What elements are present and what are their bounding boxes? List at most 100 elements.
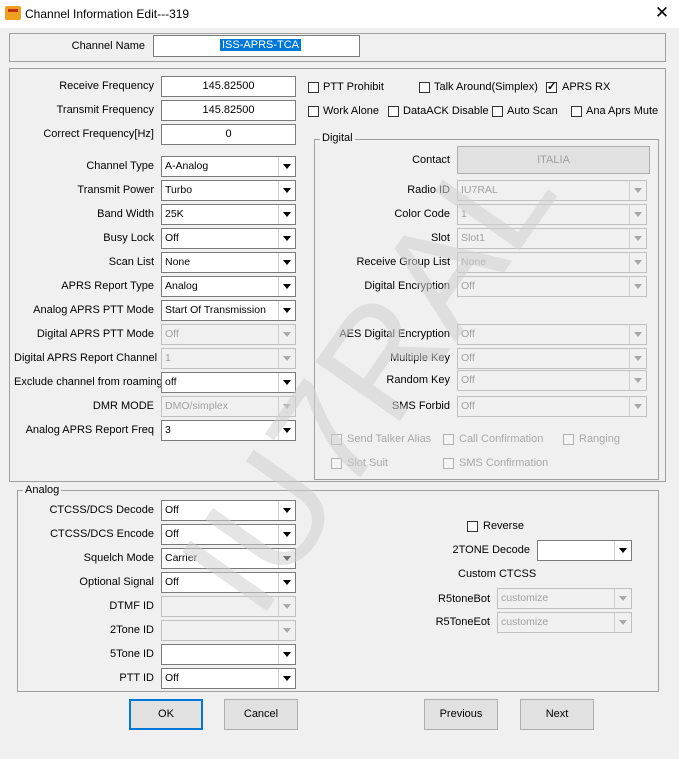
chevron-down-icon[interactable] [278,645,295,664]
chevron-down-icon[interactable] [278,621,295,640]
aprs-report-type-select[interactable]: Analog [161,276,296,297]
chevron-down-icon[interactable] [278,573,295,592]
squelch-mode-select[interactable]: Carrier [161,548,296,569]
busy-lock-select[interactable]: Off [161,228,296,249]
busy-lock-label: Busy Lock [103,232,154,244]
scan-list-label: Scan List [108,256,154,268]
chevron-down-icon[interactable] [278,525,295,544]
call-confirmation-checkbox[interactable] [443,434,454,445]
digital-aprs-report-channel-select[interactable]: 1 [161,348,296,369]
ptt-id-select[interactable]: Off [161,668,296,689]
color-code-select[interactable]: 1 [457,204,647,225]
ana-aprs-mute-checkbox[interactable] [571,106,582,117]
exclude-roaming-select[interactable]: off [161,372,296,393]
app-icon [5,6,21,20]
chevron-down-icon[interactable] [629,397,646,416]
slot-suit-checkbox[interactable] [331,458,342,469]
close-icon[interactable]: ✕ [648,2,676,26]
dtmf-id-select[interactable] [161,596,296,617]
slot-select[interactable]: Slot1 [457,228,647,249]
chevron-down-icon[interactable] [614,589,631,608]
chevron-down-icon[interactable] [629,229,646,248]
chevron-down-icon[interactable] [629,277,646,296]
transmit-frequency-input[interactable]: 145.82500 [161,100,296,121]
aprs-rx-checkbox[interactable] [546,80,557,93]
sms-confirmation-checkbox[interactable] [443,458,454,469]
send-talker-alias-checkbox[interactable] [331,434,342,445]
analog-aprs-report-freq-select[interactable]: 3 [161,420,296,441]
chevron-down-icon[interactable] [278,421,295,440]
optional-signal-select[interactable]: Off [161,572,296,593]
chevron-down-icon[interactable] [278,157,295,176]
r5tone-bot-select[interactable]: customize [497,588,632,609]
chevron-down-icon[interactable] [629,181,646,200]
reverse-checkbox[interactable] [467,521,478,532]
chevron-down-icon[interactable] [278,181,295,200]
random-key-select[interactable]: Off [457,370,647,391]
band-width-select[interactable]: 25K [161,204,296,225]
chevron-down-icon[interactable] [278,325,295,344]
aprs-report-type-label: APRS Report Type [61,280,154,292]
chevron-down-icon[interactable] [614,541,631,560]
chevron-down-icon[interactable] [278,253,295,272]
dmr-mode-select[interactable]: DMO/simplex [161,396,296,417]
transmit-power-select[interactable]: Turbo [161,180,296,201]
ctcss-encode-label: CTCSS/DCS Encode [50,528,154,540]
chevron-down-icon[interactable] [278,229,295,248]
channel-name-input[interactable]: ISS-APRS-TCA [153,35,360,57]
chevron-down-icon[interactable] [278,205,295,224]
receive-frequency-input[interactable]: 145.82500 [161,76,296,97]
auto-scan-checkbox[interactable] [492,106,503,117]
ptt-prohibit-checkbox[interactable] [308,82,319,93]
correct-frequency-input[interactable]: 0 [161,124,296,145]
radio-id-select[interactable]: IU7RAL [457,180,647,201]
chevron-down-icon[interactable] [278,373,295,392]
chevron-down-icon[interactable] [629,371,646,390]
r5tone-eot-select[interactable]: customize [497,612,632,633]
ok-button[interactable]: OK [129,699,203,730]
sms-forbid-select[interactable]: Off [457,396,647,417]
multiple-key-select[interactable]: Off [457,348,647,369]
scan-list-select[interactable]: None [161,252,296,273]
two-tone-id-select[interactable] [161,620,296,641]
channel-type-label: Channel Type [86,160,154,172]
chevron-down-icon[interactable] [614,613,631,632]
chevron-down-icon[interactable] [629,205,646,224]
ranging-checkbox[interactable] [563,434,574,445]
digital-encryption-select[interactable]: Off [457,276,647,297]
channel-type-select[interactable]: A-Analog [161,156,296,177]
cancel-button[interactable]: Cancel [224,699,298,730]
chevron-down-icon[interactable] [629,349,646,368]
aprs-report-type-value: Analog [165,280,198,292]
chevron-down-icon[interactable] [278,669,295,688]
dataack-disable-checkbox[interactable] [388,106,399,117]
work-alone-checkbox[interactable] [308,106,319,117]
receive-frequency-label: Receive Frequency [59,80,154,92]
digital-group-legend: Digital [320,132,355,144]
ctcss-encode-select[interactable]: Off [161,524,296,545]
window-title: Channel Information Edit---319 [25,7,190,21]
chevron-down-icon[interactable] [278,549,295,568]
chevron-down-icon[interactable] [629,325,646,344]
random-key-value: Off [461,374,475,386]
chevron-down-icon[interactable] [278,597,295,616]
chevron-down-icon[interactable] [278,277,295,296]
analog-aprs-ptt-mode-select[interactable]: Start Of Transmission [161,300,296,321]
five-tone-id-select[interactable] [161,644,296,665]
channel-name-label: Channel Name [71,40,145,52]
chevron-down-icon[interactable] [278,397,295,416]
ctcss-decode-select[interactable]: Off [161,500,296,521]
next-button[interactable]: Next [520,699,594,730]
reverse-label: Reverse [483,520,524,532]
digital-aprs-ptt-mode-select[interactable]: Off [161,324,296,345]
contact-button[interactable]: ITALIA [457,146,650,174]
chevron-down-icon[interactable] [629,253,646,272]
receive-group-list-select[interactable]: None [457,252,647,273]
previous-button[interactable]: Previous [424,699,498,730]
talk-around-checkbox[interactable] [419,82,430,93]
chevron-down-icon[interactable] [278,349,295,368]
chevron-down-icon[interactable] [278,301,295,320]
chevron-down-icon[interactable] [278,501,295,520]
aes-digital-encryption-select[interactable]: Off [457,324,647,345]
two-tone-decode-select[interactable] [537,540,632,561]
